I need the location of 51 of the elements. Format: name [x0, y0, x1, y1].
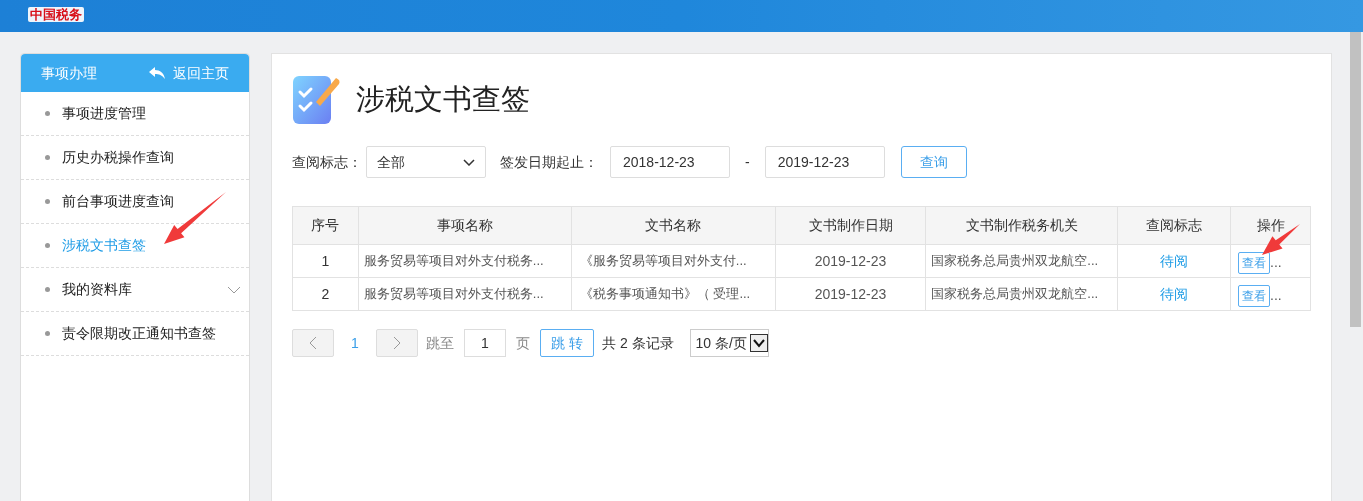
next-page-button[interactable]: [376, 329, 418, 357]
column-header: 文书名称: [571, 206, 776, 245]
column-header: 序号: [292, 206, 359, 245]
column-header: 查阅标志: [1117, 206, 1231, 245]
page-title: 涉税文书查签: [356, 82, 530, 118]
jump-label: 跳至: [426, 333, 454, 353]
chevron-left-icon: [309, 336, 317, 350]
record-count: 共 2 条记录: [602, 333, 674, 353]
bullet-icon: [45, 331, 50, 336]
status-select[interactable]: 全部: [366, 146, 486, 178]
table-cell: 1: [292, 244, 359, 278]
sidebar-item[interactable]: 我的资料库: [21, 268, 249, 312]
dropdown-icon: [749, 334, 768, 352]
chevron-down-icon: [463, 158, 475, 166]
column-header: 文书制作日期: [775, 206, 926, 245]
page-input[interactable]: 1: [464, 329, 506, 357]
more-text: ...: [1270, 287, 1282, 303]
date-field[interactable]: 2019-12-23: [764, 146, 885, 178]
bullet-icon: [45, 111, 50, 116]
table-cell: 2019-12-23: [775, 277, 926, 311]
sidebar-item[interactable]: 责令限期改正通知书查签: [21, 312, 249, 356]
bullet-icon: [45, 287, 50, 292]
bullet-icon: [45, 243, 50, 248]
table-cell: 国家税务总局贵州双龙航空...: [925, 244, 1118, 278]
more-text: ...: [1270, 254, 1282, 270]
table-cell: 2: [292, 277, 359, 311]
previous-page-button[interactable]: [292, 329, 334, 357]
chevron-right-icon: [393, 336, 401, 350]
date-field[interactable]: 2018-12-23: [610, 146, 730, 178]
bullet-icon: [45, 199, 50, 204]
table-cell: 《服务贸易等项目对外支付...: [571, 244, 776, 278]
filter-label: 查阅标志：: [292, 152, 362, 172]
filter-label: 签发日期起止：: [500, 152, 598, 172]
column-header: 文书制作税务机关: [925, 206, 1118, 245]
table-cell: 《税务事项通知书》（ 受理...: [571, 277, 776, 311]
date-separator: -: [745, 152, 750, 172]
chevron-down-icon: [227, 285, 241, 294]
page-size-select[interactable]: 10 条/页: [689, 329, 769, 357]
table-cell: 2019-12-23: [775, 244, 926, 278]
column-header: 事项名称: [358, 206, 572, 245]
bullet-icon: [45, 155, 50, 160]
page-unit: 页: [516, 333, 530, 353]
back-icon: [149, 67, 165, 79]
sidebar-title: 事项办理: [41, 63, 97, 83]
table-cell: 国家税务总局贵州双龙航空...: [925, 277, 1118, 311]
table-cell: 服务贸易等项目对外支付税务...: [358, 277, 572, 311]
table-cell: 服务贸易等项目对外支付税务...: [358, 244, 572, 278]
sidebar-item[interactable]: 事项进度管理: [21, 92, 249, 136]
sidebar-item[interactable]: 历史办税操作查询: [21, 136, 249, 180]
document-check-icon: [292, 74, 342, 126]
logo-text: 中国税务: [28, 7, 84, 22]
